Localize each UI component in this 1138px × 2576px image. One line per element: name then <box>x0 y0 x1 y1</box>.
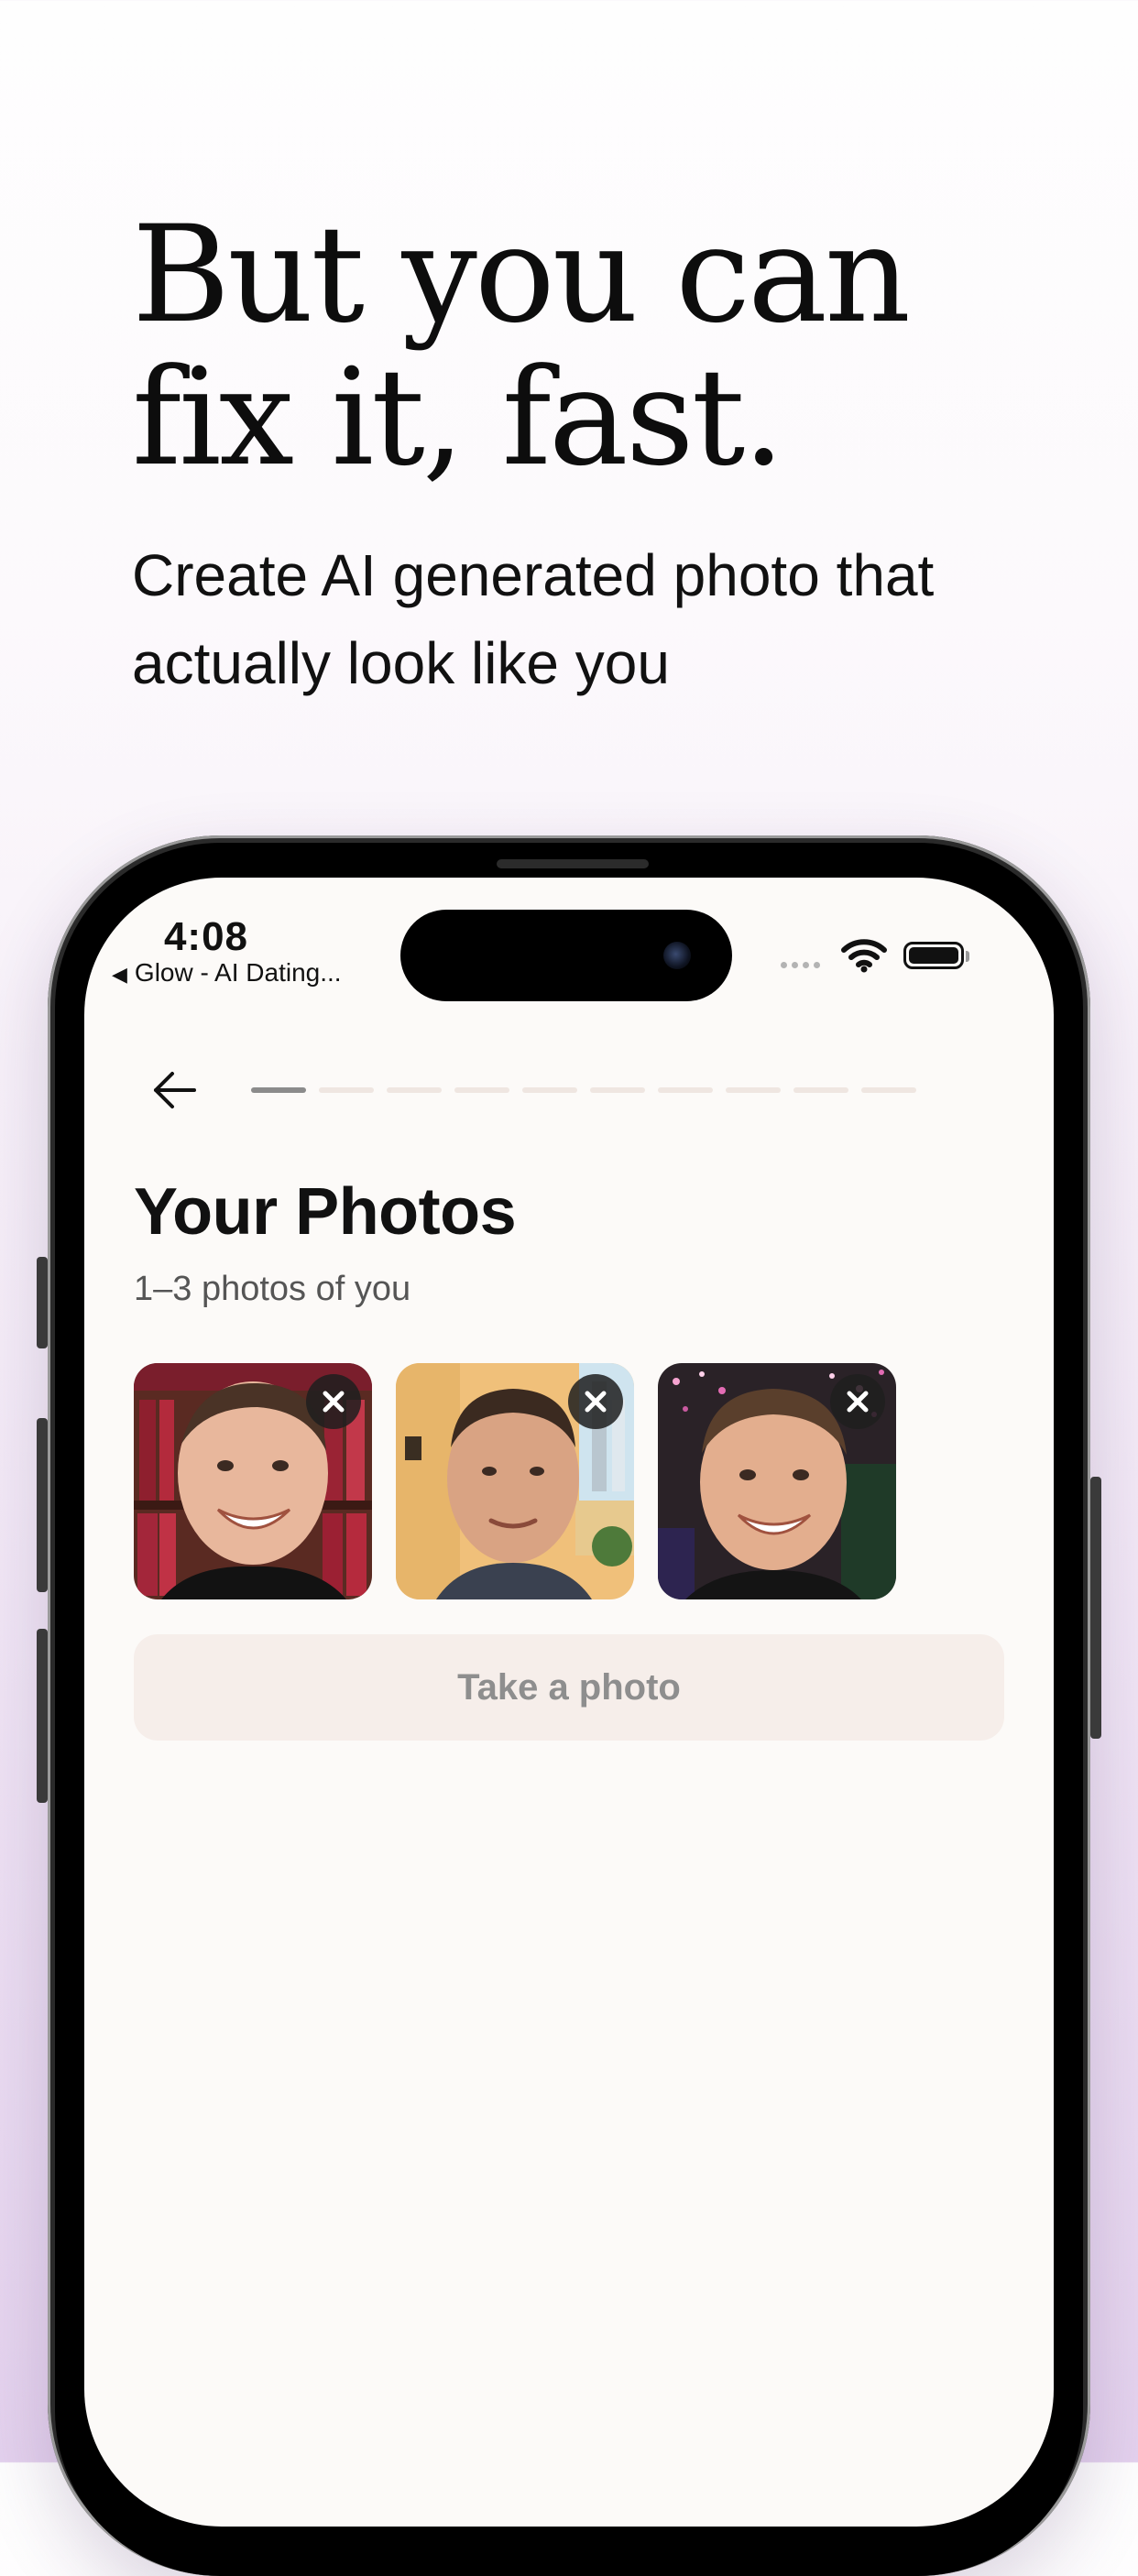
marketing-subhead: Create AI generated photo that actually … <box>132 542 935 696</box>
page-subtitle: 1–3 photos of you <box>134 1270 411 1308</box>
headline-line-2: fix it, fast. <box>132 340 785 496</box>
progress-segment <box>251 1087 306 1093</box>
close-icon <box>585 1391 607 1413</box>
close-icon <box>847 1391 869 1413</box>
phone-volume-down-button <box>37 1629 48 1803</box>
back-to-app-link[interactable]: ◀ Glow - AI Dating... <box>112 958 342 988</box>
take-photo-button[interactable]: Take a photo <box>134 1634 1004 1741</box>
remove-photo-button[interactable] <box>830 1374 885 1429</box>
close-icon <box>323 1391 345 1413</box>
progress-segment <box>454 1087 509 1093</box>
cellular-signal-icon <box>781 962 820 968</box>
progress-segment <box>861 1087 916 1093</box>
page-title: Your Photos <box>134 1175 517 1249</box>
progress-segment <box>387 1087 442 1093</box>
phone-speaker <box>497 859 649 868</box>
progress-segment <box>793 1087 848 1093</box>
progress-segment <box>522 1087 577 1093</box>
phone-volume-up-button <box>37 1418 48 1592</box>
remove-photo-button[interactable] <box>568 1374 623 1429</box>
phone-action-button <box>37 1257 48 1348</box>
progress-segment <box>726 1087 781 1093</box>
onboarding-progress <box>251 1087 916 1093</box>
photo-thumbnail-2[interactable] <box>396 1363 634 1599</box>
back-triangle-icon: ◀ <box>112 963 127 986</box>
battery-tip <box>966 951 969 962</box>
photo-thumbnail-3[interactable] <box>658 1363 896 1599</box>
photo-thumbnail-1[interactable] <box>134 1363 372 1599</box>
status-time: 4:08 <box>163 914 249 959</box>
progress-segment <box>658 1087 713 1093</box>
front-camera-icon <box>663 942 691 969</box>
remove-photo-button[interactable] <box>306 1374 361 1429</box>
headline-line-1: But you can <box>132 197 911 353</box>
battery-icon <box>903 942 964 969</box>
progress-segment <box>590 1087 645 1093</box>
progress-segment <box>319 1087 374 1093</box>
phone-power-button <box>1090 1477 1101 1739</box>
wifi-icon <box>841 939 887 973</box>
back-arrow-icon[interactable] <box>147 1064 203 1116</box>
marketing-headline: But you can fix it, fast. <box>132 203 1048 489</box>
back-app-label: Glow - AI Dating... <box>134 958 342 987</box>
